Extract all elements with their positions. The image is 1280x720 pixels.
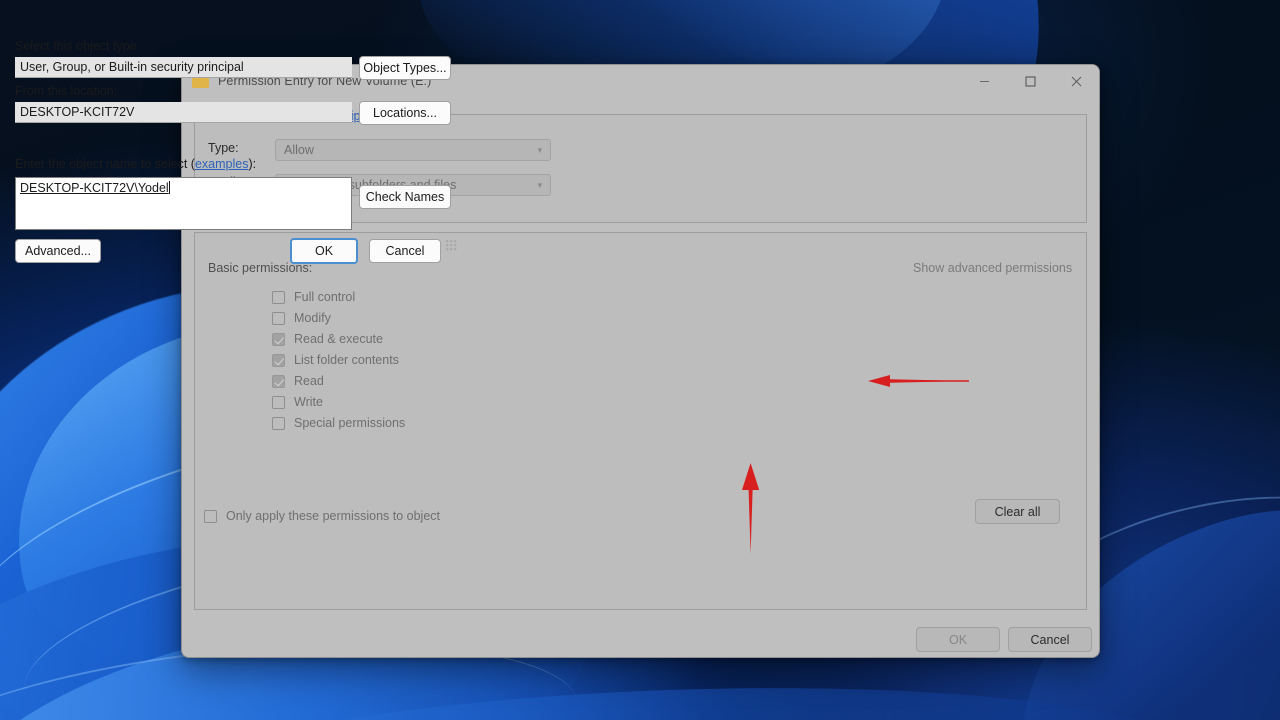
checkbox-read[interactable]: [272, 375, 285, 388]
object-name-label: Enter the object name to select (example…: [15, 157, 256, 171]
basic-permissions-group: Basic permissions: Show advanced permiss…: [194, 232, 1087, 610]
select-user-or-group-dialog: Select User or Group Select this object …: [0, 0, 462, 253]
location-field[interactable]: DESKTOP-KCIT72V: [15, 102, 352, 123]
permission-row-list-folder-contents[interactable]: List folder contents: [272, 353, 399, 367]
text-caret: [169, 181, 170, 194]
permission-label: List folder contents: [294, 353, 399, 367]
location-label: From this location:: [15, 84, 117, 98]
object-name-input[interactable]: DESKTOP-KCIT72V\Yodel: [15, 177, 352, 230]
checkbox-modify[interactable]: [272, 312, 285, 325]
only-apply-row[interactable]: Only apply these permissions to object: [204, 509, 440, 523]
ok-button[interactable]: OK: [916, 627, 1000, 652]
permission-row-read-execute[interactable]: Read & execute: [272, 332, 383, 346]
select-dialog-titlebar[interactable]: Select User or Group: [1, 1, 461, 31]
checkbox-read-execute[interactable]: [272, 333, 285, 346]
object-type-field[interactable]: User, Group, or Built-in security princi…: [15, 57, 352, 78]
advanced-button[interactable]: Advanced...: [15, 239, 101, 263]
object-type-label: Select this object type:: [15, 39, 140, 53]
object-name-label-before: Enter the object name to select (: [15, 157, 195, 171]
permission-label: Full control: [294, 290, 355, 304]
permission-label: Modify: [294, 311, 331, 325]
check-names-button[interactable]: Check Names: [359, 185, 451, 209]
select-dialog-title: Select User or Group: [14, 9, 131, 23]
permission-row-write[interactable]: Write: [272, 395, 323, 409]
checkbox-only-apply[interactable]: [204, 510, 217, 523]
close-icon[interactable]: [417, 1, 461, 31]
minimize-icon[interactable]: [961, 65, 1007, 97]
permission-label: Read & execute: [294, 332, 383, 346]
caption-button-group: [961, 65, 1099, 97]
permission-row-modify[interactable]: Modify: [272, 311, 331, 325]
checkbox-write[interactable]: [272, 396, 285, 409]
checkbox-special-permissions[interactable]: [272, 417, 285, 430]
permission-row-full-control[interactable]: Full control: [272, 290, 355, 304]
locations-button[interactable]: Locations...: [359, 101, 451, 125]
permission-row-special-permissions[interactable]: Special permissions: [272, 416, 405, 430]
object-name-label-after: ):: [248, 157, 256, 171]
object-name-value: DESKTOP-KCIT72V\Yodel: [20, 181, 169, 195]
permission-label: Special permissions: [294, 416, 405, 430]
chevron-down-icon: ▾: [537, 145, 542, 156]
show-advanced-permissions-link[interactable]: Show advanced permissions: [913, 261, 1072, 275]
resize-grip-icon[interactable]: [446, 240, 457, 251]
only-apply-label: Only apply these permissions to object: [226, 509, 440, 523]
chevron-down-icon: ▾: [537, 180, 542, 191]
checkbox-full-control[interactable]: [272, 291, 285, 304]
wallpaper-bottom-strip: [118, 671, 1222, 720]
select-dialog-ok-button[interactable]: OK: [290, 238, 358, 264]
desktop-background: Permission Entry for New Volume (E:) App…: [0, 0, 1280, 720]
cancel-button[interactable]: Cancel: [1008, 627, 1092, 652]
object-types-button[interactable]: Object Types...: [359, 56, 451, 80]
permission-label: Read: [294, 374, 324, 388]
select-dialog-body: Select this object type: User, Group, or…: [1, 31, 461, 254]
maximize-icon[interactable]: [1007, 65, 1053, 97]
clear-all-button[interactable]: Clear all: [975, 499, 1060, 524]
permission-row-read[interactable]: Read: [272, 374, 324, 388]
select-dialog-cancel-button[interactable]: Cancel: [369, 239, 441, 263]
permission-label: Write: [294, 395, 323, 409]
close-icon[interactable]: [1053, 65, 1099, 97]
checkbox-list-folder-contents[interactable]: [272, 354, 285, 367]
examples-link[interactable]: examples: [195, 157, 249, 171]
